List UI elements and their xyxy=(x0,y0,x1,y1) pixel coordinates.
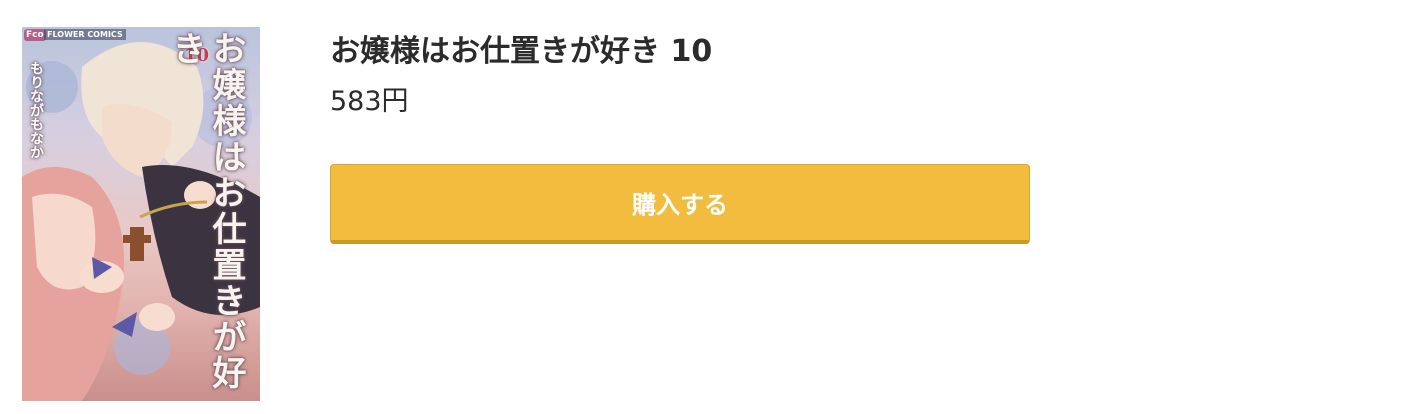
cover-author: もりながもなか xyxy=(28,61,44,159)
product-price: 583円 xyxy=(330,86,409,117)
product-info: お嬢様はお仕置きが好き 10 583円 xyxy=(330,28,712,122)
product-panel: Fco FLOWER COMICS もりながもなか 10 お嬢様はお仕置きが好き… xyxy=(0,0,1406,414)
publisher-logo: Fco xyxy=(24,29,46,41)
product-title: お嬢様はお仕置きが好き 10 xyxy=(330,34,713,69)
buy-button[interactable]: 購入する xyxy=(330,164,1030,244)
cover-title: お嬢様はお仕置きが好き xyxy=(166,31,246,391)
label-text: FLOWER COMICS xyxy=(44,29,126,40)
book-cover-image[interactable]: Fco FLOWER COMICS もりながもなか 10 お嬢様はお仕置きが好き xyxy=(22,27,260,401)
